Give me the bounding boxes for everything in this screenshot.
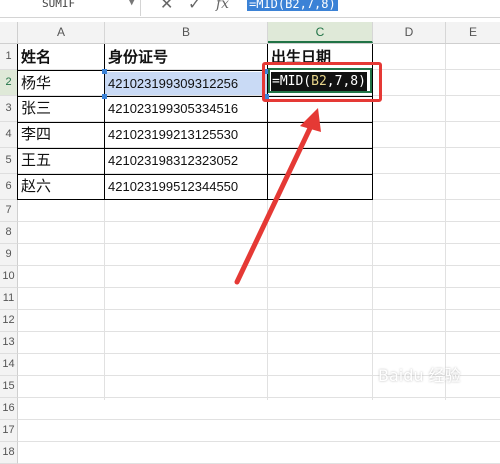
row-header-17[interactable]: 17	[0, 420, 18, 442]
annotation-arrow	[234, 108, 321, 285]
watermark-logo: Baidu 经验	[378, 366, 461, 385]
gridline	[18, 441, 500, 442]
row-header-18[interactable]: 18	[0, 442, 18, 464]
gridline	[18, 419, 500, 420]
row-header-16[interactable]: 16	[0, 398, 18, 420]
